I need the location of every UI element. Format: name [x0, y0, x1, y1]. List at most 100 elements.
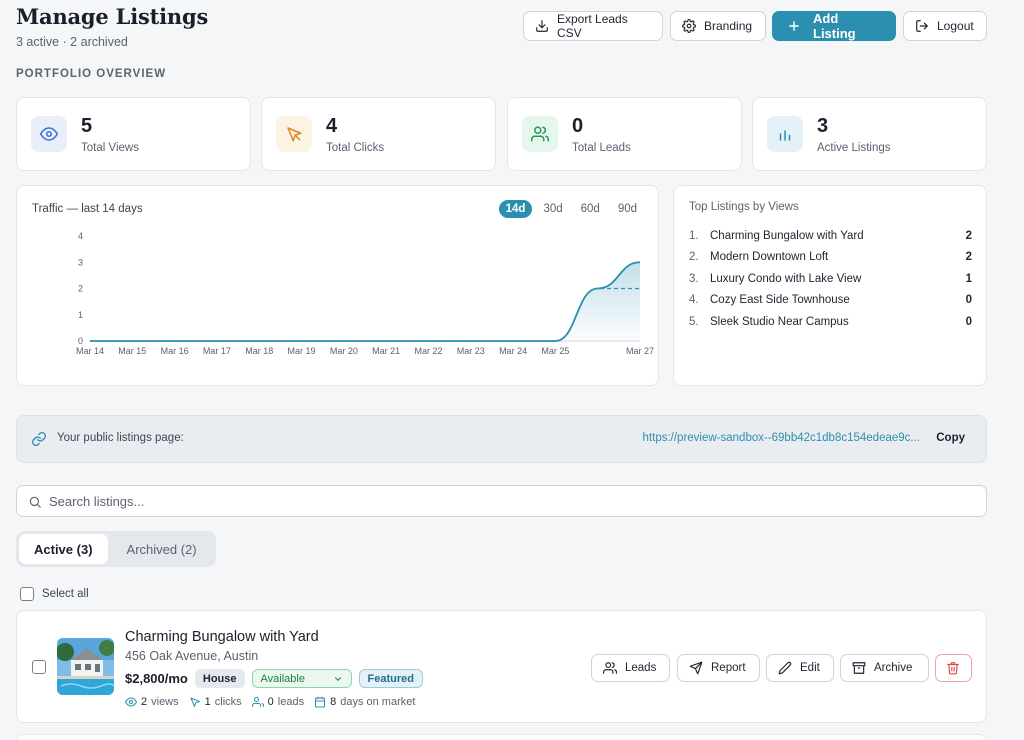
x-tick-label: Mar 23 [457, 346, 485, 356]
edit-button[interactable]: Edit [766, 654, 834, 682]
y-tick-label: 4 [78, 231, 83, 241]
select-all-label: Select all [42, 588, 89, 600]
y-tick-label: 3 [78, 257, 83, 267]
days-count: 8 [330, 696, 337, 708]
top-listings-title: Top Listings by Views [689, 201, 799, 213]
x-tick-label: Mar 18 [245, 346, 273, 356]
users-icon [603, 662, 617, 674]
stat-label: Total Clicks [326, 142, 385, 154]
status-dropdown[interactable]: Available [251, 669, 352, 688]
search-input[interactable] [49, 486, 969, 516]
list-item: 2. Modern Downtown Loft 2 [689, 247, 972, 269]
featured-badge: Featured [358, 669, 423, 688]
traffic-chart-panel: Traffic — last 14 days 14d 30d 60d 90d 0… [16, 185, 659, 386]
leads-button[interactable]: Leads [591, 654, 670, 682]
stat-value: 4 [326, 115, 338, 137]
x-tick-label: Mar 24 [499, 346, 527, 356]
portfolio-overview-label: PORTFOLIO OVERVIEW [16, 68, 167, 80]
add-listing-label: Add Listing [813, 11, 856, 41]
views-count: 2 [141, 696, 148, 708]
listing-card [16, 734, 987, 740]
x-tick-label: Mar 20 [330, 346, 358, 356]
bar-chart-icon [767, 116, 803, 152]
metric-leads: 0 leads [251, 696, 305, 708]
list-item: 1. Charming Bungalow with Yard 2 [689, 225, 972, 247]
metric-clicks: 1 clicks [189, 696, 242, 708]
listing-card: Charming Bungalow with Yard 456 Oak Aven… [16, 610, 987, 723]
x-tick-label: Mar 15 [118, 346, 146, 356]
delete-button[interactable] [935, 654, 972, 682]
series-area [90, 262, 640, 341]
stat-card-clicks: 4 Total Clicks [261, 97, 496, 171]
users-icon [522, 116, 558, 152]
clicks-label: clicks [214, 696, 242, 708]
search-box [16, 485, 987, 517]
public-link-url[interactable]: https://preview-sandbox--69bb42c1db8c154… [643, 432, 920, 444]
download-icon [536, 20, 548, 32]
x-tick-label: Mar 22 [414, 346, 442, 356]
top-listings-list: 1. Charming Bungalow with Yard 2 2. Modern … [689, 225, 972, 333]
listing-tabs: Active (3) Archived (2) [16, 531, 216, 567]
views-label: views [151, 696, 179, 708]
listing-name: Modern Downtown Loft [710, 251, 829, 264]
listing-name: Charming Bungalow with Yard [710, 229, 864, 242]
tab-archived[interactable]: Archived (2) [112, 534, 212, 564]
days-label: days on market [340, 696, 416, 708]
leads-label: leads [277, 696, 305, 708]
archive-button[interactable]: Archive [840, 654, 929, 682]
stat-card-leads: 0 Total Leads [507, 97, 742, 171]
search-icon [29, 496, 41, 508]
cursor-click-icon [276, 116, 312, 152]
calendar-icon [315, 696, 326, 708]
copy-link-button[interactable]: Copy [936, 432, 965, 444]
report-button-label: Report [711, 662, 746, 674]
plus-icon [789, 21, 799, 31]
y-tick-label: 1 [78, 310, 83, 320]
rank: 1. [689, 229, 699, 242]
page-title: Manage Listings [16, 4, 209, 29]
select-all-checkbox[interactable] [20, 587, 34, 601]
traffic-chart: 0 1 2 3 4 Mar 14 Mar 15 Mar 16 Mar 17 Mar 18 Mar 1… [76, 231, 654, 356]
stat-value: 0 [572, 115, 584, 137]
stat-label: Total Leads [572, 142, 631, 154]
y-tick-label: 2 [78, 284, 83, 294]
series-line-dashed [90, 287, 640, 342]
series-line-solid [90, 261, 641, 342]
stat-card-active-listings: 3 Active Listings [752, 97, 987, 171]
users-icon [251, 697, 264, 707]
stat-value: 3 [817, 115, 829, 137]
tab-active[interactable]: Active (3) [19, 534, 108, 564]
view-count: 0 [965, 315, 972, 328]
x-tick-label: Mar 16 [161, 346, 189, 356]
stat-card-views: 5 Total Views [16, 97, 251, 171]
listing-checkbox[interactable] [32, 660, 46, 674]
send-icon [689, 661, 703, 675]
eye-icon [125, 697, 137, 707]
logout-button[interactable]: Logout [903, 11, 987, 41]
rank: 5. [689, 315, 699, 328]
link-icon [32, 432, 46, 446]
x-tick-label: Mar 27 [626, 346, 654, 356]
status-value: Available [260, 672, 305, 685]
page-subtitle: 3 active · 2 archived [16, 35, 128, 49]
branding-button[interactable]: Branding [670, 11, 766, 41]
report-button[interactable]: Report [677, 654, 760, 682]
archive-icon [852, 662, 866, 674]
pencil-icon [778, 661, 792, 675]
rank: 3. [689, 272, 699, 285]
x-tick-label: Mar 19 [288, 346, 316, 356]
public-link-label: Your public listings page: [57, 432, 184, 444]
property-type-badge: House [194, 669, 245, 688]
gear-icon [682, 19, 696, 33]
listing-name: Luxury Condo with Lake View [710, 272, 862, 285]
list-item: 5. Sleek Studio Near Campus 0 [689, 311, 972, 333]
add-listing-button[interactable]: Add Listing [772, 11, 896, 41]
listing-metrics: 2 views 1 clicks 0 leads 8 days on market [125, 696, 425, 708]
leads-count: 0 [267, 696, 274, 708]
export-leads-button[interactable]: Export Leads CSV [523, 11, 663, 41]
public-link-bar: Your public listings page: https://previ… [16, 415, 987, 463]
listing-thumbnail [57, 638, 114, 695]
chevron-down-icon [334, 676, 341, 681]
rank: 2. [689, 251, 699, 264]
view-count: 0 [965, 294, 972, 307]
